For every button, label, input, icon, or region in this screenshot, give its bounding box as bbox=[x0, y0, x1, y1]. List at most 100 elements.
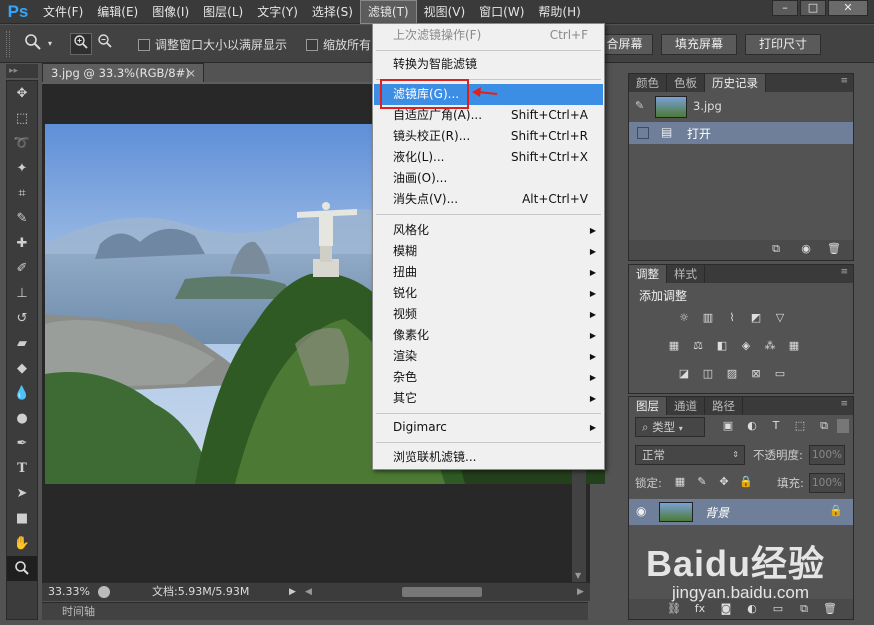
rectangle-tool-icon[interactable]: ■ bbox=[7, 506, 37, 531]
photo-filter-icon[interactable]: ◈ bbox=[737, 339, 755, 353]
exposure-icon[interactable]: ◩ bbox=[747, 311, 765, 325]
type-layer-filter-icon[interactable]: T bbox=[767, 419, 785, 433]
smart-object-filter-icon[interactable]: ⧉ bbox=[815, 419, 833, 433]
print-size-button[interactable]: 打印尺寸 bbox=[745, 34, 821, 55]
menu-layer[interactable]: 图层(L) bbox=[196, 0, 250, 24]
menu-item-liquify[interactable]: 液化(L)... Shift+Ctrl+X bbox=[374, 147, 603, 168]
curves-icon[interactable]: ⌇ bbox=[723, 311, 741, 325]
menu-item-stylize[interactable]: 风格化 ▶ bbox=[374, 220, 603, 241]
fill-screen-button[interactable]: 填充屏幕 bbox=[661, 34, 737, 55]
type-tool-icon[interactable]: T bbox=[7, 456, 37, 481]
menu-item-pixelate[interactable]: 像素化 ▶ bbox=[374, 325, 603, 346]
new-document-from-state-icon[interactable]: ⧉ bbox=[767, 242, 785, 256]
menu-view[interactable]: 视图(V) bbox=[417, 0, 473, 24]
color-lookup-icon[interactable]: ▦ bbox=[785, 339, 803, 353]
opacity-input[interactable]: 100% bbox=[809, 445, 845, 465]
menu-item-blur[interactable]: 模糊 ▶ bbox=[374, 241, 603, 262]
lock-pixels-icon[interactable]: ✎ bbox=[693, 475, 711, 489]
tab-color[interactable]: 颜色 bbox=[629, 74, 667, 92]
menu-edit[interactable]: 编辑(E) bbox=[90, 0, 145, 24]
pen-tool-icon[interactable]: ✒ bbox=[7, 431, 37, 456]
lock-position-icon[interactable]: ✥ bbox=[715, 475, 733, 489]
blend-mode-select[interactable]: 正常 ⇕ bbox=[635, 445, 745, 465]
tool-preset-chevron-icon[interactable]: ▾ bbox=[44, 33, 56, 55]
close-tab-icon[interactable]: × bbox=[186, 64, 196, 83]
eraser-tool-icon[interactable]: ▰ bbox=[7, 331, 37, 356]
levels-icon[interactable]: ▥ bbox=[699, 311, 717, 325]
checkbox-box[interactable] bbox=[306, 38, 318, 51]
shape-layer-filter-icon[interactable]: ⬚ bbox=[791, 419, 809, 433]
move-tool-icon[interactable]: ✥ bbox=[7, 81, 37, 106]
menu-filter[interactable]: 滤镜(T) bbox=[359, 0, 417, 24]
vibrance-icon[interactable]: ▽ bbox=[771, 311, 789, 325]
brush-tool-icon[interactable]: ✐ bbox=[7, 256, 37, 281]
invert-icon[interactable]: ◪ bbox=[675, 367, 693, 381]
tab-paths[interactable]: 路径 bbox=[705, 397, 743, 415]
zoom-tool-icon[interactable] bbox=[22, 33, 44, 55]
history-brush-tool-icon[interactable]: ↺ bbox=[7, 306, 37, 331]
blur-tool-icon[interactable]: 💧 bbox=[7, 381, 37, 406]
horizontal-scroll-thumb[interactable] bbox=[402, 587, 482, 597]
filter-toggle-icon[interactable] bbox=[837, 419, 849, 433]
add-mask-icon[interactable]: ◙ bbox=[717, 602, 735, 616]
menu-select[interactable]: 选择(S) bbox=[305, 0, 360, 24]
crop-tool-icon[interactable]: ⌗ bbox=[7, 181, 37, 206]
clone-stamp-tool-icon[interactable]: ⊥ bbox=[7, 281, 37, 306]
checkbox-box[interactable] bbox=[138, 38, 150, 51]
zoom-tool-icon[interactable] bbox=[7, 556, 37, 581]
paint-bucket-tool-icon[interactable]: ◆ bbox=[7, 356, 37, 381]
menu-window[interactable]: 窗口(W) bbox=[472, 0, 531, 24]
lasso-tool-icon[interactable]: ➰ bbox=[7, 131, 37, 156]
hand-tool-icon[interactable]: ✋ bbox=[7, 531, 37, 556]
color-balance-icon[interactable]: ⚖ bbox=[689, 339, 707, 353]
path-selection-tool-icon[interactable]: ➤ bbox=[7, 481, 37, 506]
tab-styles[interactable]: 样式 bbox=[667, 265, 705, 283]
menu-item-browse-filters-online[interactable]: 浏览联机滤镜... bbox=[374, 447, 603, 468]
options-grip[interactable] bbox=[6, 31, 10, 57]
menu-item-oil-paint[interactable]: 油画(O)... bbox=[374, 168, 603, 189]
menu-item-noise[interactable]: 杂色 ▶ bbox=[374, 367, 603, 388]
scroll-left-icon[interactable]: ◀ bbox=[305, 583, 312, 601]
lock-transparent-icon[interactable]: ▦ bbox=[671, 475, 689, 489]
zoom-all-windows-checkbox[interactable]: 缩放所有 bbox=[306, 36, 371, 53]
menu-item-vanishing-point[interactable]: 消失点(V)... Alt+Ctrl+V bbox=[374, 189, 603, 210]
zoom-in-icon[interactable] bbox=[70, 33, 92, 55]
document-tab[interactable]: 3.jpg @ 33.3%(RGB/8#) × bbox=[42, 63, 204, 83]
trash-icon[interactable]: 🗑 bbox=[821, 602, 839, 616]
magic-wand-tool-icon[interactable]: ✦ bbox=[7, 156, 37, 181]
visibility-eye-icon[interactable]: ◉ bbox=[636, 504, 646, 518]
fill-input[interactable]: 100% bbox=[809, 473, 845, 493]
minimize-button[interactable]: – bbox=[772, 0, 798, 16]
gradient-map-icon[interactable]: ▭ bbox=[771, 367, 789, 381]
tab-adjustments[interactable]: 调整 bbox=[629, 265, 667, 283]
healing-brush-tool-icon[interactable]: ✚ bbox=[7, 231, 37, 256]
status-menu-icon[interactable]: ▶ bbox=[289, 583, 296, 601]
panel-menu-icon[interactable]: ≡ bbox=[840, 399, 848, 409]
status-info-icon[interactable] bbox=[98, 586, 110, 598]
panel-menu-icon[interactable]: ≡ bbox=[840, 267, 848, 277]
timeline-panel-tab[interactable]: 时间轴 bbox=[42, 602, 588, 620]
menu-item-digimarc[interactable]: Digimarc ▶ bbox=[374, 417, 603, 438]
history-step-row[interactable]: ▤ 打开 bbox=[629, 122, 853, 144]
tab-layers[interactable]: 图层 bbox=[629, 397, 667, 415]
trash-icon[interactable]: 🗑 bbox=[825, 242, 843, 256]
marquee-tool-icon[interactable]: ⬚ bbox=[7, 106, 37, 131]
menu-item-other[interactable]: 其它 ▶ bbox=[374, 388, 603, 409]
pixel-layer-filter-icon[interactable]: ▣ bbox=[719, 419, 737, 433]
eyedropper-tool-icon[interactable]: ✎ bbox=[7, 206, 37, 231]
resize-windows-checkbox[interactable]: 调整窗口大小以满屏显示 bbox=[138, 36, 287, 53]
posterize-icon[interactable]: ◫ bbox=[699, 367, 717, 381]
menu-file[interactable]: 文件(F) bbox=[36, 0, 90, 24]
maximize-button[interactable]: □ bbox=[800, 0, 826, 16]
menu-item-sharpen[interactable]: 锐化 ▶ bbox=[374, 283, 603, 304]
menu-help[interactable]: 帮助(H) bbox=[531, 0, 587, 24]
new-layer-icon[interactable]: ⧉ bbox=[795, 602, 813, 616]
history-step-checkbox[interactable] bbox=[637, 127, 649, 139]
layer-filter-kind[interactable]: ⌕ 类型 ▾ bbox=[635, 417, 705, 437]
hue-saturation-icon[interactable]: ▦ bbox=[665, 339, 683, 353]
toolbar-grip[interactable]: ▸▸ bbox=[6, 64, 38, 78]
zoom-level-field[interactable]: 33.33% bbox=[48, 583, 90, 601]
scroll-right-icon[interactable]: ▶ bbox=[577, 583, 584, 601]
lock-all-icon[interactable]: 🔒 bbox=[737, 475, 755, 489]
adjustment-layer-filter-icon[interactable]: ◐ bbox=[743, 419, 761, 433]
